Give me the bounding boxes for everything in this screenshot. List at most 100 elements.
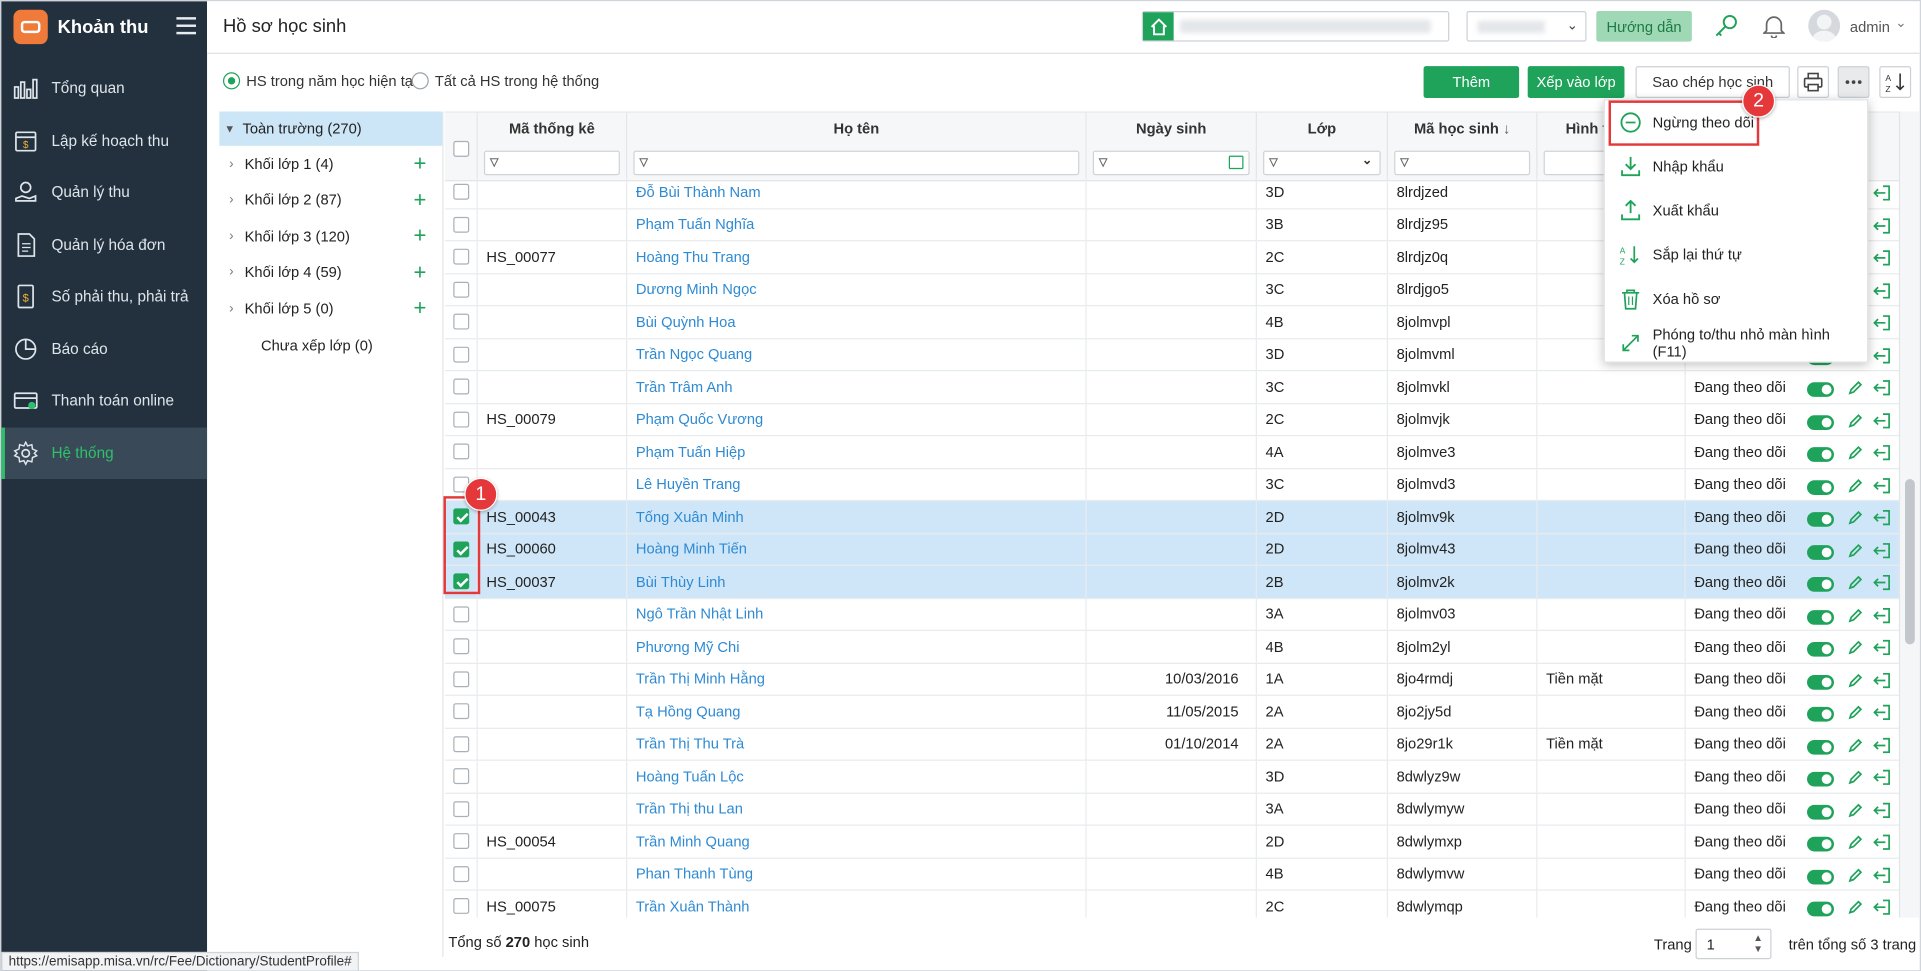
student-code-filter[interactable]: ▽ (1394, 150, 1531, 176)
edit-pencil-icon[interactable] (1847, 445, 1863, 465)
edit-pencil-icon[interactable] (1847, 867, 1863, 887)
cell-name[interactable]: Phan Thanh Tùng (627, 858, 1087, 890)
table-row[interactable]: Trần Thị thu Lan 3A 8dwlymyw Đang theo dõi (444, 793, 1901, 826)
tracking-toggle[interactable] (1807, 836, 1834, 852)
key-search-icon[interactable] (1713, 12, 1740, 39)
chevron-right-icon[interactable]: › (229, 229, 233, 244)
transfer-out-icon[interactable] (1873, 412, 1890, 432)
transfer-out-icon[interactable] (1873, 510, 1890, 530)
table-row[interactable]: HS_00079 Phạm Quốc Vương 2C 8jolmvjk Đang th… (444, 403, 1901, 437)
tree-item-grade-2[interactable]: › Khối lớp 2 (87) + (219, 182, 442, 218)
table-row[interactable]: HS_00037 Bùi Thùy Linh 2B 8jolmv2k Đang theo… (444, 565, 1901, 599)
tracking-toggle[interactable] (1807, 544, 1834, 560)
edit-pencil-icon[interactable] (1847, 704, 1863, 724)
cell-name[interactable]: Bùi Quỳnh Hoa (627, 306, 1087, 338)
sort-az-icon[interactable]: AZ (1879, 66, 1912, 99)
vertical-scrollbar[interactable] (1898, 111, 1920, 918)
transfer-out-icon[interactable] (1873, 607, 1890, 627)
tracking-toggle[interactable] (1807, 869, 1834, 884)
transfer-out-icon[interactable] (1873, 574, 1890, 595)
radio-dot[interactable] (222, 72, 241, 90)
transfer-out-icon[interactable] (1873, 347, 1890, 367)
sidebar-item-reports[interactable]: Báo cáo (1, 323, 207, 375)
cell-name[interactable]: Trần Thị thu Lan (627, 793, 1087, 825)
transfer-out-icon[interactable] (1873, 542, 1890, 562)
row-checkbox[interactable] (452, 671, 469, 687)
hamburger-menu-icon[interactable] (176, 17, 197, 39)
radio-dot[interactable] (411, 72, 429, 90)
more-options-icon[interactable] (1837, 66, 1870, 99)
cell-name[interactable]: Trần Thị Minh Hằng (627, 663, 1087, 695)
add-class-icon[interactable]: + (413, 260, 426, 282)
col-class[interactable]: Lớp ▽ ⌄ (1256, 112, 1389, 182)
transfer-out-icon[interactable] (1873, 250, 1890, 270)
stat-code-filter[interactable]: ▽ (483, 150, 620, 176)
sidebar-item-online-payment[interactable]: Thanh toán online (1, 375, 207, 427)
tracking-toggle[interactable] (1807, 512, 1834, 527)
tree-root-school[interactable]: ▼ Toàn trường (270) (219, 111, 443, 146)
row-checkbox[interactable] (452, 443, 469, 460)
tree-item-grade-3[interactable]: › Khối lớp 3 (120) + (219, 218, 442, 254)
tracking-toggle[interactable] (1807, 641, 1834, 657)
cell-name[interactable]: Tống Xuân Minh (627, 501, 1087, 533)
edit-pencil-icon[interactable] (1847, 899, 1863, 917)
user-name[interactable]: admin (1850, 18, 1890, 35)
row-checkbox[interactable] (452, 898, 469, 915)
tracking-toggle[interactable] (1807, 804, 1834, 819)
sidebar-item-invoices[interactable]: Quản lý hóa đơn (1, 219, 207, 271)
chevron-down-icon[interactable]: ▼ (224, 123, 235, 135)
transfer-out-icon[interactable] (1873, 282, 1890, 302)
calendar-icon[interactable] (1228, 155, 1244, 170)
col-dob[interactable]: Ngày sinh ▽ (1086, 112, 1257, 182)
cell-name[interactable]: Phạm Tuấn Hiệp (627, 436, 1087, 468)
transfer-out-icon[interactable] (1873, 802, 1890, 822)
row-checkbox[interactable] (452, 346, 469, 363)
tracking-toggle[interactable] (1807, 674, 1834, 690)
edit-pencil-icon[interactable] (1847, 672, 1863, 692)
select-all-checkbox[interactable] (453, 140, 470, 157)
tracking-toggle[interactable] (1807, 414, 1834, 430)
transfer-out-icon[interactable] (1873, 639, 1890, 660)
col-student-code[interactable]: Mã học sinh ↓ ▽ (1388, 112, 1538, 182)
cell-name[interactable]: Ngô Trần Nhật Linh (627, 598, 1087, 630)
table-row[interactable]: Ngô Trần Nhật Linh 3A 8jolmv03 Đang theo dõ… (444, 598, 1901, 631)
tracking-toggle[interactable] (1807, 447, 1834, 462)
table-row[interactable]: HS_00043 Tống Xuân Minh 2D 8jolmv9k Đang the… (444, 501, 1901, 534)
page-value[interactable]: 1 (1707, 936, 1715, 953)
add-class-icon[interactable]: + (413, 224, 426, 246)
transfer-out-icon[interactable] (1873, 867, 1890, 887)
edit-pencil-icon[interactable] (1847, 802, 1863, 822)
cell-name[interactable]: Hoàng Minh Tiến (627, 533, 1087, 565)
table-row[interactable]: Tạ Hồng Quang 11/05/2015 2A 8jo2jy5d Đang th… (444, 695, 1901, 729)
table-row[interactable]: Phan Thanh Tùng 4B 8dwlymvw Đang theo dõi (444, 858, 1901, 891)
assign-class-button[interactable]: Xếp vào lớp (1527, 66, 1625, 99)
row-checkbox[interactable] (452, 865, 469, 882)
add-class-icon[interactable]: + (413, 152, 426, 174)
menu-item-reorder[interactable]: AZ Sắp lại thứ tự (1605, 233, 1867, 277)
tracking-toggle[interactable] (1807, 901, 1834, 917)
transfer-out-icon[interactable] (1873, 380, 1890, 400)
table-row[interactable]: HS_00060 Hoàng Minh Tiến 2D 8jolmv43 Đang th… (444, 533, 1901, 566)
transfer-out-icon[interactable] (1873, 899, 1890, 917)
tree-item-grade-1[interactable]: › Khối lớp 1 (4) + (219, 146, 442, 182)
tracking-toggle[interactable] (1807, 479, 1834, 495)
row-checkbox[interactable] (452, 281, 469, 298)
row-checkbox[interactable] (452, 833, 469, 850)
add-class-icon[interactable]: + (413, 296, 426, 318)
chevron-down-icon[interactable]: ⌄ (1895, 15, 1906, 31)
sidebar-item-collection[interactable]: Quản lý thu (1, 167, 207, 219)
row-checkbox[interactable] (452, 184, 469, 200)
table-row[interactable]: Phương Mỹ Chi 4B 8jolm2yl Đang theo dõi (444, 630, 1901, 664)
transfer-out-icon[interactable] (1873, 834, 1890, 854)
transfer-out-icon[interactable] (1873, 769, 1890, 789)
table-row[interactable]: HS_00075 Trần Xuân Thành 2C 8dwlymqp Đang th… (445, 890, 1900, 918)
tree-item-unassigned[interactable]: Chưa xếp lớp (0) (219, 326, 442, 363)
guide-button[interactable]: Hướng dẫn (1596, 11, 1692, 42)
add-class-icon[interactable]: + (413, 188, 426, 210)
row-checkbox[interactable] (452, 411, 469, 428)
cell-name[interactable]: Bùi Thùy Linh (627, 565, 1087, 598)
tracking-toggle[interactable] (1807, 382, 1834, 397)
dob-filter[interactable]: ▽ (1092, 150, 1250, 176)
transfer-out-icon[interactable] (1873, 185, 1890, 205)
table-row[interactable]: Trần Thị Thu Trà 01/10/2014 2A 8jo29r1k Tiền… (444, 728, 1901, 761)
